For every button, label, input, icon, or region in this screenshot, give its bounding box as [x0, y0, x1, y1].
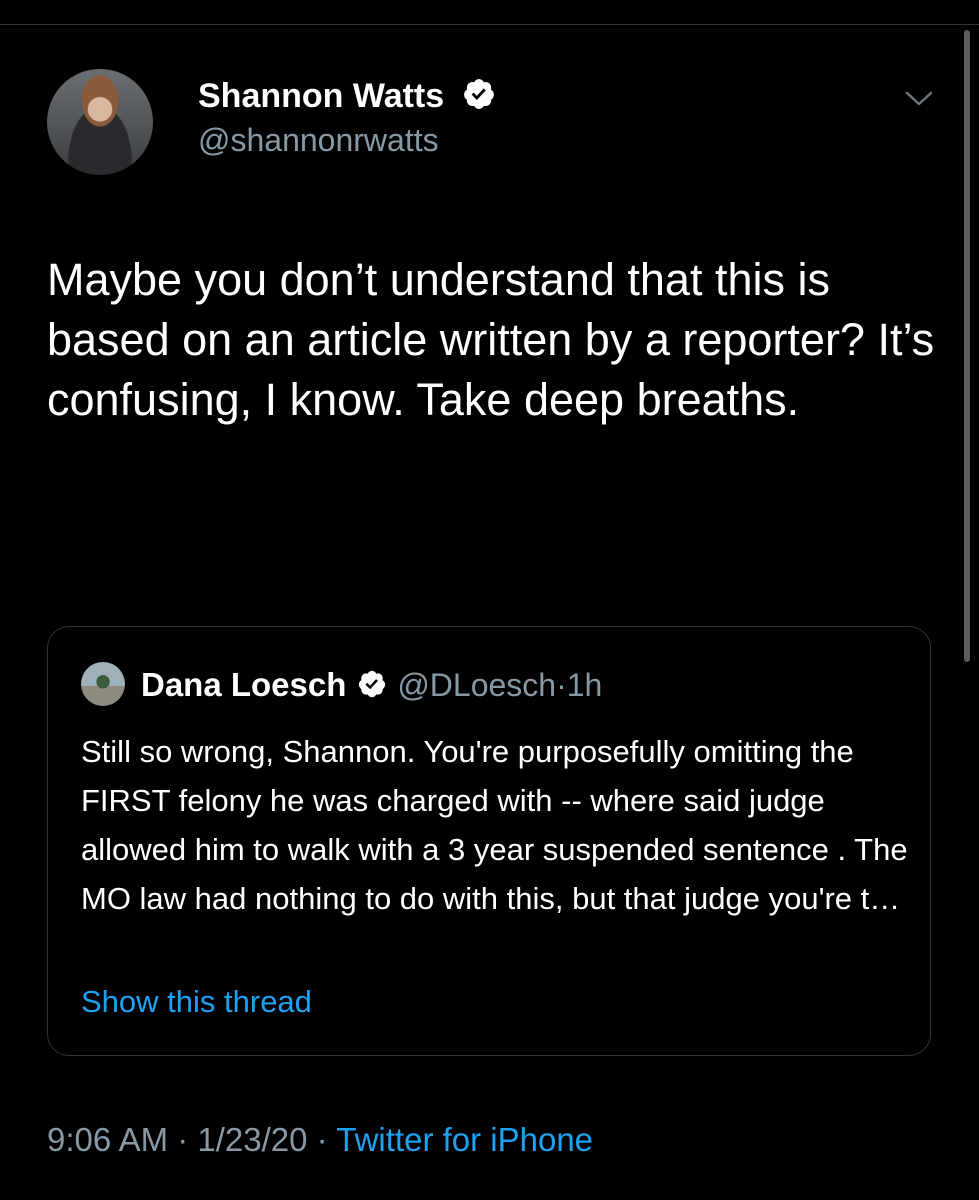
tweet-date: 1/23/20	[197, 1121, 308, 1158]
tweet-source-link[interactable]: Twitter for iPhone	[336, 1121, 593, 1158]
author-avatar[interactable]	[47, 69, 153, 175]
author-handle[interactable]: @shannonrwatts	[198, 120, 439, 160]
chevron-down-icon[interactable]	[902, 86, 936, 110]
verified-badge-icon	[463, 79, 494, 109]
quoted-tweet-card[interactable]: Dana Loesch @DLoesch·1h Still so wrong, …	[47, 626, 931, 1056]
tweet-meta: 9:06 AM · 1/23/20 · Twitter for iPhone	[47, 1120, 593, 1160]
show-thread-link[interactable]: Show this thread	[81, 982, 312, 1022]
tweet-time: 9:06 AM	[47, 1121, 169, 1158]
author-name-row[interactable]: Shannon Watts	[198, 76, 496, 116]
author-name[interactable]: Shannon Watts	[198, 77, 444, 115]
quoted-timestamp: 1h	[566, 667, 603, 703]
quoted-separator-dot: ·	[556, 667, 567, 703]
quoted-author-avatar	[81, 662, 125, 706]
quoted-author-name: Dana Loesch	[141, 666, 347, 703]
quoted-author-handle: @DLoesch	[397, 667, 557, 703]
tweet-text: Maybe you don’t understand that this is …	[47, 254, 935, 425]
scrollbar[interactable]	[964, 30, 970, 662]
verified-badge-icon	[358, 670, 385, 698]
quoted-tweet-text: Still so wrong, Shannon. You're purposef…	[81, 734, 908, 916]
top-divider	[0, 24, 979, 25]
meta-separator: ·	[168, 1121, 198, 1158]
quoted-tweet-header: Dana Loesch @DLoesch·1h	[141, 665, 602, 712]
meta-separator: ·	[307, 1121, 337, 1158]
